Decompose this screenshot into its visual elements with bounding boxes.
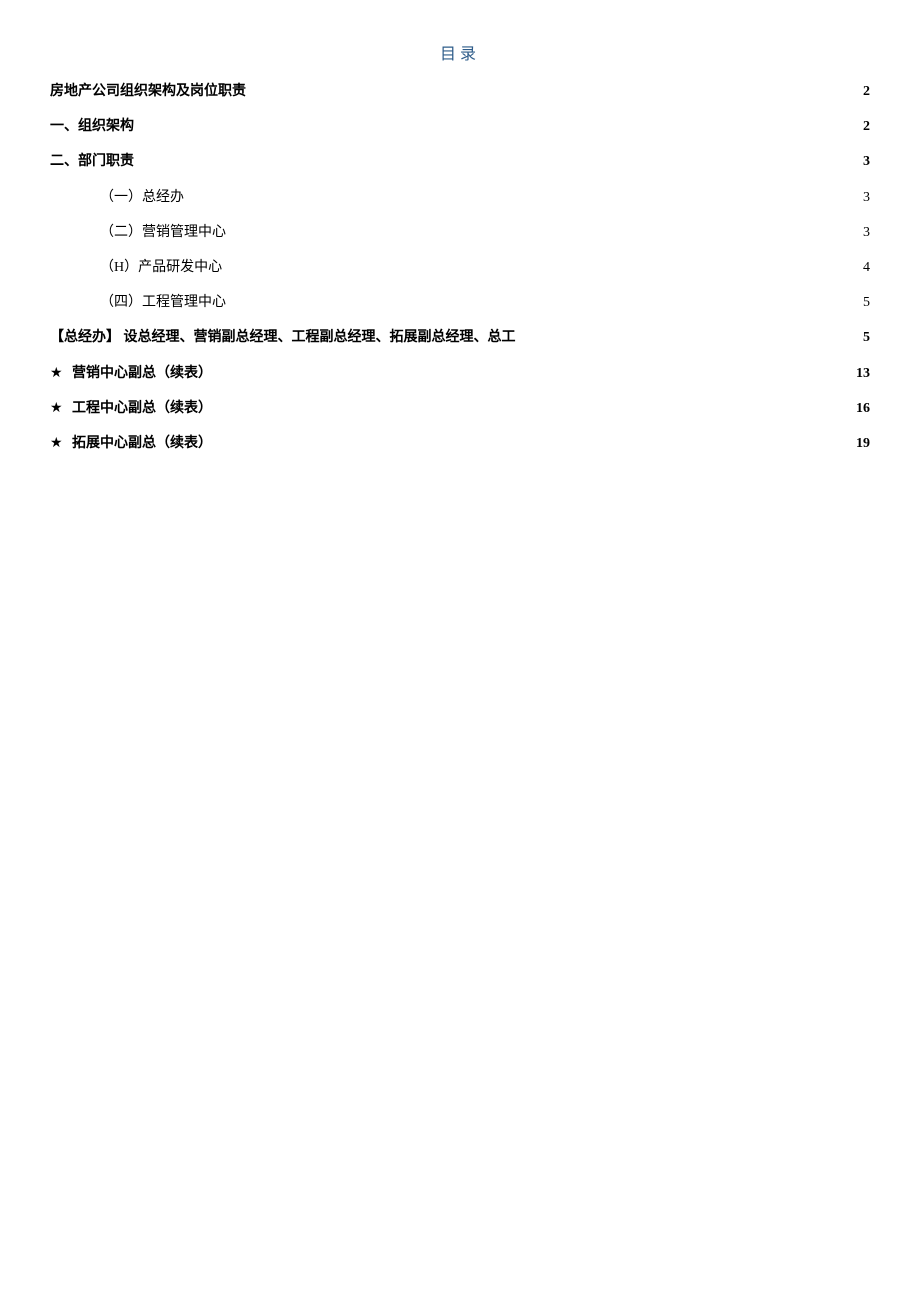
toc-page: 4 (861, 255, 870, 280)
toc-label: 一、组织架构 (50, 114, 134, 139)
toc-label: 拓展中心副总（续表） (72, 431, 212, 456)
toc-page: 19 (854, 431, 870, 456)
toc-entry: ★ 工程中心副总（续表） 16 (50, 396, 870, 421)
toc-label: 二、部门职责 (50, 149, 134, 174)
toc-dots (186, 200, 859, 201)
toc-page: 3 (861, 185, 870, 210)
toc-label: 工程中心副总（续表） (72, 396, 212, 421)
toc-dots (248, 94, 859, 95)
toc-entry: 二、部门职责 3 (50, 149, 870, 174)
toc-dots (214, 446, 852, 447)
toc-page: 3 (861, 149, 870, 174)
toc-page: 5 (861, 325, 870, 350)
toc-entry: ★ 拓展中心副总（续表） 19 (50, 431, 870, 456)
toc-entry: 房地产公司组织架构及岗位职责 2 (50, 79, 870, 104)
toc-label: （二）营销管理中心 (100, 220, 226, 245)
toc-dots (136, 129, 859, 130)
toc-entry: ★ 营销中心副总（续表） 13 (50, 361, 870, 386)
toc-page: 3 (861, 220, 870, 245)
toc-entry: 一、组织架构 2 (50, 114, 870, 139)
toc-entry: （H）产品研发中心 4 (50, 255, 870, 280)
toc-label: （H）产品研发中心 (100, 255, 222, 280)
toc-page: 5 (861, 290, 870, 315)
toc-label: 营销中心副总（续表） (72, 361, 212, 386)
toc-label: （一）总经办 (100, 185, 184, 210)
toc-entry: （四）工程管理中心 5 (50, 290, 870, 315)
toc-entry: （二）营销管理中心 3 (50, 220, 870, 245)
star-icon: ★ (50, 361, 66, 386)
toc-dots (224, 270, 859, 271)
toc-label: 【总经办】 设总经理、营销副总经理、工程副总经理、拓展副总经理、总工 (50, 325, 516, 350)
toc-page: 2 (861, 79, 870, 104)
toc-page: 13 (854, 361, 870, 386)
toc-dots (518, 340, 860, 341)
toc-label: （四）工程管理中心 (100, 290, 226, 315)
page-title: 目录 (50, 40, 870, 64)
toc-page: 16 (854, 396, 870, 421)
toc-dots (228, 235, 859, 236)
toc-dots (214, 411, 852, 412)
star-icon: ★ (50, 396, 66, 421)
toc-dots (136, 164, 859, 165)
toc-dots (228, 305, 859, 306)
toc-page: 2 (861, 114, 870, 139)
table-of-contents: 房地产公司组织架构及岗位职责 2 一、组织架构 2 二、部门职责 3 （一）总经… (50, 79, 870, 456)
star-icon: ★ (50, 431, 66, 456)
toc-dots (214, 376, 852, 377)
toc-entry: （一）总经办 3 (50, 185, 870, 210)
toc-entry: 【总经办】 设总经理、营销副总经理、工程副总经理、拓展副总经理、总工 5 (50, 325, 870, 350)
toc-label: 房地产公司组织架构及岗位职责 (50, 79, 246, 104)
